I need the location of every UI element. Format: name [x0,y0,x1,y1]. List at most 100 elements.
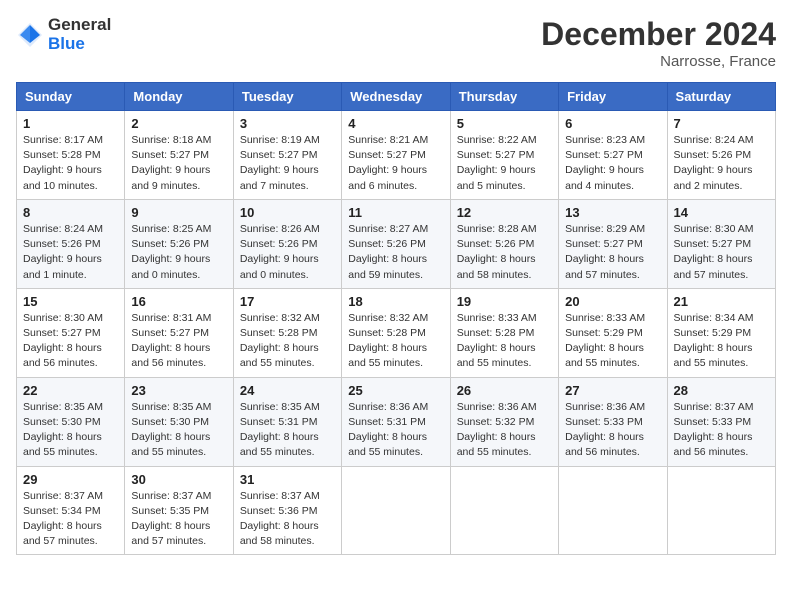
day-number: 4 [348,116,443,131]
calendar-day-cell: 5 Sunrise: 8:22 AMSunset: 5:27 PMDayligh… [450,111,558,200]
day-number: 17 [240,294,335,309]
calendar-day-cell: 15 Sunrise: 8:30 AMSunset: 5:27 PMDaylig… [17,288,125,377]
month-title: December 2024 [541,16,776,53]
calendar-day-cell: 31 Sunrise: 8:37 AMSunset: 5:36 PMDaylig… [233,466,341,555]
calendar-day-cell: 10 Sunrise: 8:26 AMSunset: 5:26 PMDaylig… [233,199,341,288]
day-detail: Sunrise: 8:35 AMSunset: 5:31 PMDaylight:… [240,401,320,459]
logo-general: General [48,16,111,35]
day-detail: Sunrise: 8:27 AMSunset: 5:26 PMDaylight:… [348,223,428,281]
logo: General Blue [16,16,111,53]
location-title: Narrosse, France [541,53,776,70]
calendar-day-cell: 18 Sunrise: 8:32 AMSunset: 5:28 PMDaylig… [342,288,450,377]
day-detail: Sunrise: 8:24 AMSunset: 5:26 PMDaylight:… [674,134,754,192]
day-detail: Sunrise: 8:30 AMSunset: 5:27 PMDaylight:… [23,312,103,370]
calendar-day-cell: 13 Sunrise: 8:29 AMSunset: 5:27 PMDaylig… [559,199,667,288]
day-number: 5 [457,116,552,131]
day-detail: Sunrise: 8:31 AMSunset: 5:27 PMDaylight:… [131,312,211,370]
day-number: 23 [131,383,226,398]
day-detail: Sunrise: 8:28 AMSunset: 5:26 PMDaylight:… [457,223,537,281]
day-number: 10 [240,205,335,220]
calendar-day-cell: 22 Sunrise: 8:35 AMSunset: 5:30 PMDaylig… [17,377,125,466]
logo-text: General Blue [48,16,111,53]
day-number: 1 [23,116,118,131]
day-number: 3 [240,116,335,131]
day-detail: Sunrise: 8:36 AMSunset: 5:33 PMDaylight:… [565,401,645,459]
calendar-day-cell: 8 Sunrise: 8:24 AMSunset: 5:26 PMDayligh… [17,199,125,288]
day-detail: Sunrise: 8:35 AMSunset: 5:30 PMDaylight:… [131,401,211,459]
calendar-week-row: 8 Sunrise: 8:24 AMSunset: 5:26 PMDayligh… [17,199,776,288]
day-detail: Sunrise: 8:17 AMSunset: 5:28 PMDaylight:… [23,134,103,192]
day-number: 9 [131,205,226,220]
day-detail: Sunrise: 8:37 AMSunset: 5:35 PMDaylight:… [131,490,211,548]
calendar-day-cell: 23 Sunrise: 8:35 AMSunset: 5:30 PMDaylig… [125,377,233,466]
calendar-day-cell: 21 Sunrise: 8:34 AMSunset: 5:29 PMDaylig… [667,288,775,377]
calendar-header-row: SundayMondayTuesdayWednesdayThursdayFrid… [17,83,776,111]
calendar-day-cell: 28 Sunrise: 8:37 AMSunset: 5:33 PMDaylig… [667,377,775,466]
day-number: 21 [674,294,769,309]
calendar-day-cell: 1 Sunrise: 8:17 AMSunset: 5:28 PMDayligh… [17,111,125,200]
day-detail: Sunrise: 8:35 AMSunset: 5:30 PMDaylight:… [23,401,103,459]
calendar-day-cell [450,466,558,555]
calendar-day-cell: 17 Sunrise: 8:32 AMSunset: 5:28 PMDaylig… [233,288,341,377]
calendar-day-cell: 6 Sunrise: 8:23 AMSunset: 5:27 PMDayligh… [559,111,667,200]
calendar-day-cell: 20 Sunrise: 8:33 AMSunset: 5:29 PMDaylig… [559,288,667,377]
calendar-day-cell: 24 Sunrise: 8:35 AMSunset: 5:31 PMDaylig… [233,377,341,466]
day-detail: Sunrise: 8:37 AMSunset: 5:36 PMDaylight:… [240,490,320,548]
day-number: 29 [23,472,118,487]
weekday-header: Monday [125,83,233,111]
day-number: 28 [674,383,769,398]
day-detail: Sunrise: 8:34 AMSunset: 5:29 PMDaylight:… [674,312,754,370]
day-detail: Sunrise: 8:18 AMSunset: 5:27 PMDaylight:… [131,134,211,192]
day-number: 8 [23,205,118,220]
day-number: 30 [131,472,226,487]
page-header: General Blue December 2024 Narrosse, Fra… [16,16,776,70]
day-number: 26 [457,383,552,398]
day-number: 25 [348,383,443,398]
calendar-day-cell: 2 Sunrise: 8:18 AMSunset: 5:27 PMDayligh… [125,111,233,200]
weekday-header: Sunday [17,83,125,111]
day-number: 12 [457,205,552,220]
day-number: 16 [131,294,226,309]
day-detail: Sunrise: 8:25 AMSunset: 5:26 PMDaylight:… [131,223,211,281]
calendar-day-cell [667,466,775,555]
calendar-day-cell: 16 Sunrise: 8:31 AMSunset: 5:27 PMDaylig… [125,288,233,377]
day-detail: Sunrise: 8:26 AMSunset: 5:26 PMDaylight:… [240,223,320,281]
calendar-day-cell: 14 Sunrise: 8:30 AMSunset: 5:27 PMDaylig… [667,199,775,288]
day-number: 31 [240,472,335,487]
day-detail: Sunrise: 8:32 AMSunset: 5:28 PMDaylight:… [240,312,320,370]
day-number: 24 [240,383,335,398]
calendar-week-row: 1 Sunrise: 8:17 AMSunset: 5:28 PMDayligh… [17,111,776,200]
calendar-day-cell: 27 Sunrise: 8:36 AMSunset: 5:33 PMDaylig… [559,377,667,466]
calendar: SundayMondayTuesdayWednesdayThursdayFrid… [16,82,776,555]
day-detail: Sunrise: 8:36 AMSunset: 5:31 PMDaylight:… [348,401,428,459]
day-number: 11 [348,205,443,220]
title-area: December 2024 Narrosse, France [541,16,776,70]
day-number: 20 [565,294,660,309]
calendar-day-cell: 9 Sunrise: 8:25 AMSunset: 5:26 PMDayligh… [125,199,233,288]
day-number: 6 [565,116,660,131]
calendar-day-cell: 19 Sunrise: 8:33 AMSunset: 5:28 PMDaylig… [450,288,558,377]
day-detail: Sunrise: 8:23 AMSunset: 5:27 PMDaylight:… [565,134,645,192]
calendar-day-cell: 11 Sunrise: 8:27 AMSunset: 5:26 PMDaylig… [342,199,450,288]
day-number: 27 [565,383,660,398]
day-detail: Sunrise: 8:33 AMSunset: 5:28 PMDaylight:… [457,312,537,370]
calendar-day-cell: 26 Sunrise: 8:36 AMSunset: 5:32 PMDaylig… [450,377,558,466]
weekday-header: Tuesday [233,83,341,111]
day-detail: Sunrise: 8:19 AMSunset: 5:27 PMDaylight:… [240,134,320,192]
day-detail: Sunrise: 8:29 AMSunset: 5:27 PMDaylight:… [565,223,645,281]
day-detail: Sunrise: 8:36 AMSunset: 5:32 PMDaylight:… [457,401,537,459]
day-number: 14 [674,205,769,220]
day-detail: Sunrise: 8:32 AMSunset: 5:28 PMDaylight:… [348,312,428,370]
day-number: 19 [457,294,552,309]
day-number: 22 [23,383,118,398]
calendar-day-cell [559,466,667,555]
calendar-day-cell: 12 Sunrise: 8:28 AMSunset: 5:26 PMDaylig… [450,199,558,288]
calendar-day-cell: 3 Sunrise: 8:19 AMSunset: 5:27 PMDayligh… [233,111,341,200]
weekday-header: Wednesday [342,83,450,111]
day-number: 13 [565,205,660,220]
calendar-week-row: 22 Sunrise: 8:35 AMSunset: 5:30 PMDaylig… [17,377,776,466]
calendar-day-cell: 25 Sunrise: 8:36 AMSunset: 5:31 PMDaylig… [342,377,450,466]
weekday-header: Friday [559,83,667,111]
logo-blue: Blue [48,35,111,54]
day-number: 18 [348,294,443,309]
